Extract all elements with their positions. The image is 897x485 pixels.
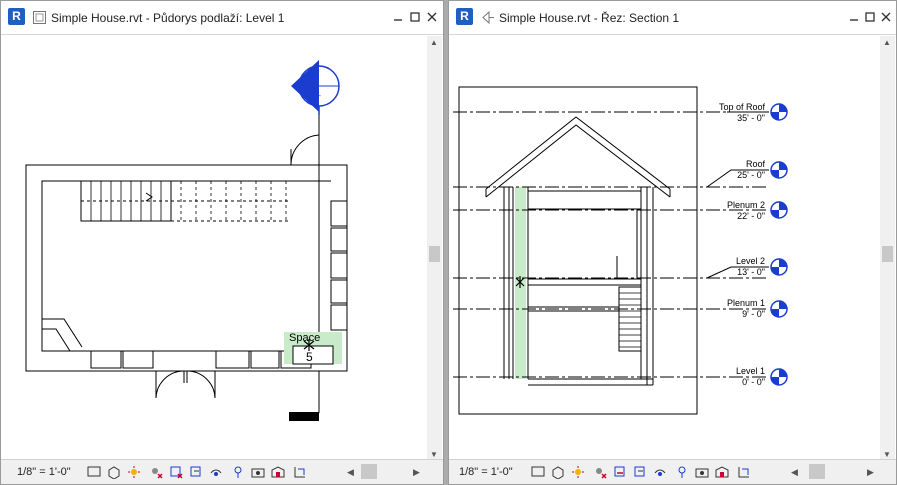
floor-plan-view-icon	[33, 11, 46, 24]
level-elevation: 13' - 0"	[737, 267, 765, 277]
shadows-icon[interactable]	[593, 465, 607, 479]
close-icon[interactable]	[879, 10, 893, 24]
visual-style-icon[interactable]	[551, 465, 565, 479]
level-name: Level 1	[736, 366, 765, 376]
floor-plan-view-control-bar: 1/8" = 1'-0" ◀ ▶	[1, 459, 443, 484]
section-window[interactable]: R Simple House.rvt - Řez: Section 1 Top …	[448, 0, 897, 485]
crop-view-icon[interactable]	[169, 465, 183, 479]
worksharing-display-icon[interactable]	[715, 465, 729, 479]
section-vertical-scrollbar[interactable]: ▲ ▼	[880, 36, 895, 461]
scroll-right-icon[interactable]: ▶	[413, 467, 420, 478]
level-name: Roof	[746, 159, 766, 169]
reveal-hidden-icon[interactable]	[695, 465, 709, 479]
show-crop-region-icon[interactable]	[189, 465, 203, 479]
scroll-right-icon[interactable]: ▶	[867, 467, 874, 478]
scroll-thumb[interactable]	[882, 246, 893, 262]
analytical-model-icon[interactable]	[737, 465, 751, 479]
section-title: Simple House.rvt - Řez: Section 1	[499, 11, 680, 25]
temporary-hide-icon[interactable]	[231, 465, 245, 479]
level-elevation: 9' - 0"	[742, 309, 765, 319]
level-heads: Top of Roof 35' - 0" Roof 25' - 0" Plenu…	[706, 102, 788, 387]
floor-plan-canvas[interactable]: Space 5 - ---	[1, 36, 427, 461]
view-scale[interactable]: 1/8" = 1'-0"	[17, 466, 71, 478]
analytical-model-icon[interactable]	[293, 465, 307, 479]
show-crop-region-icon[interactable]	[633, 465, 647, 479]
unlocked-3d-view-icon[interactable]	[653, 465, 667, 479]
detail-level-icon[interactable]	[87, 465, 101, 479]
floor-plan-vertical-scrollbar[interactable]: ▲ ▼	[427, 36, 442, 461]
scroll-up-icon[interactable]: ▲	[883, 38, 891, 47]
level-name: Plenum 1	[727, 298, 765, 308]
view-scale[interactable]: 1/8" = 1'-0"	[459, 466, 513, 478]
level-name: Level 2	[736, 256, 765, 266]
floor-plan-titlebar[interactable]: R Simple House.rvt - Půdorys podlaží: Le…	[1, 1, 443, 35]
visual-style-icon[interactable]	[107, 465, 121, 479]
level-head-roof[interactable]: Roof 25' - 0"	[706, 159, 769, 188]
level-head-top-of-roof[interactable]: Top of Roof 35' - 0"	[719, 102, 769, 123]
level-elevation: 35' - 0"	[737, 113, 765, 123]
shadows-icon[interactable]	[149, 465, 163, 479]
level-head-plenum-1[interactable]: Plenum 1 9' - 0"	[727, 298, 765, 319]
revit-logo-icon: R	[8, 8, 25, 25]
level-head-plenum-2[interactable]: Plenum 2 22' - 0"	[727, 200, 765, 221]
svg-text:---: ---	[314, 93, 322, 100]
minimize-icon[interactable]	[391, 10, 405, 24]
crop-view-icon[interactable]	[613, 465, 627, 479]
level-name: Plenum 2	[727, 200, 765, 210]
space-tag-number: 5	[306, 350, 313, 364]
section-titlebar[interactable]: R Simple House.rvt - Řez: Section 1	[449, 1, 896, 35]
detail-level-icon[interactable]	[531, 465, 545, 479]
scroll-left-icon[interactable]: ◀	[791, 467, 798, 478]
level-name: Top of Roof	[719, 102, 766, 112]
scroll-thumb[interactable]	[429, 246, 440, 262]
level-head-level-2[interactable]: Level 2 13' - 0"	[706, 256, 769, 279]
scroll-down-icon[interactable]: ▼	[430, 450, 438, 459]
unlocked-3d-view-icon[interactable]	[209, 465, 223, 479]
scroll-left-icon[interactable]: ◀	[347, 467, 354, 478]
floor-plan-window[interactable]: R Simple House.rvt - Půdorys podlaží: Le…	[0, 0, 444, 485]
maximize-icon[interactable]	[863, 10, 877, 24]
floor-plan-drawing: Space 5 - ---	[25, 60, 348, 421]
level-elevation: 25' - 0"	[737, 170, 765, 180]
horizontal-scroll-thumb[interactable]	[809, 464, 825, 479]
sun-path-icon[interactable]	[127, 465, 141, 479]
level-marker-icons	[770, 103, 788, 386]
reveal-hidden-icon[interactable]	[251, 465, 265, 479]
scroll-up-icon[interactable]: ▲	[430, 38, 438, 47]
section-view-icon	[482, 10, 494, 25]
temporary-hide-icon[interactable]	[675, 465, 689, 479]
horizontal-scroll-thumb[interactable]	[361, 464, 377, 479]
close-icon[interactable]	[425, 10, 439, 24]
worksharing-display-icon[interactable]	[271, 465, 285, 479]
maximize-icon[interactable]	[408, 10, 422, 24]
section-view-control-bar: 1/8" = 1'-0" ◀ ▶	[449, 459, 896, 484]
level-head-level-1[interactable]: Level 1 0' - 0"	[736, 366, 765, 387]
minimize-icon[interactable]	[847, 10, 861, 24]
floor-plan-title: Simple House.rvt - Půdorys podlaží: Leve…	[51, 11, 285, 25]
revit-logo-icon: R	[456, 8, 473, 25]
sun-path-icon[interactable]	[571, 465, 585, 479]
level-elevation: 0' - 0"	[742, 377, 765, 387]
level-elevation: 22' - 0"	[737, 211, 765, 221]
section-canvas[interactable]: Top of Roof 35' - 0" Roof 25' - 0" Plenu…	[449, 36, 880, 461]
scroll-down-icon[interactable]: ▼	[883, 450, 891, 459]
